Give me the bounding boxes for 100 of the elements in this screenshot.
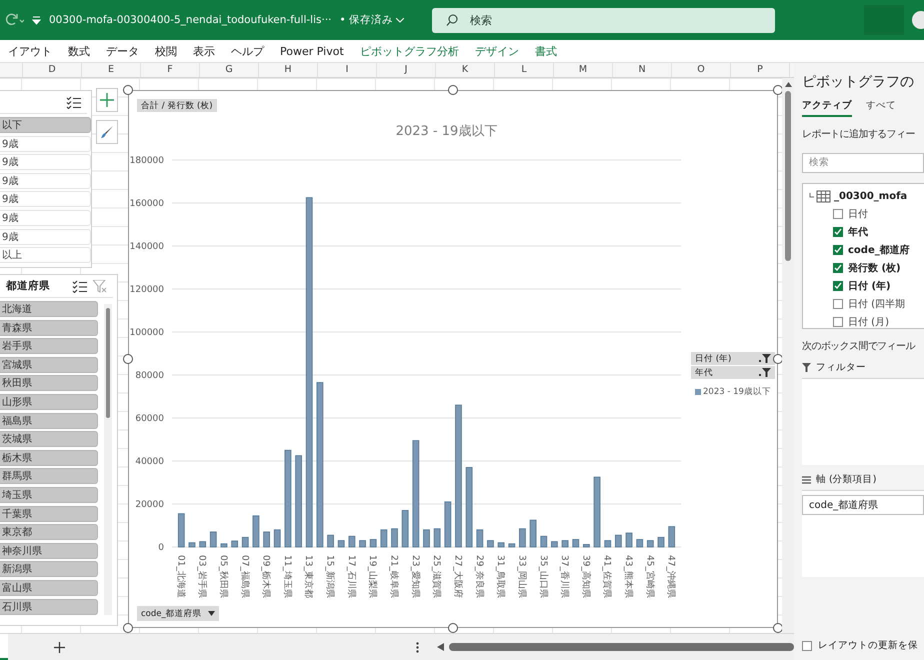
column-header[interactable]: E — [82, 63, 141, 77]
ribbon-tab[interactable]: Power Pivot — [272, 44, 352, 58]
ribbon-tab[interactable]: ピボットグラフ分析 — [352, 44, 467, 58]
field-name[interactable]: 日付 (月) — [848, 315, 889, 329]
slicer-item[interactable]: 宮城県 — [0, 356, 98, 373]
slicer-item[interactable]: 栃木県 — [0, 450, 98, 466]
slicer-item[interactable]: 富山県 — [0, 580, 98, 596]
field-checkbox[interactable] — [833, 299, 843, 309]
column-header[interactable]: L — [495, 63, 554, 77]
column-header[interactable]: F — [141, 63, 200, 77]
scroll-left-icon[interactable] — [437, 643, 445, 651]
slicer-item[interactable]: 青森県 — [0, 320, 98, 336]
bar — [199, 541, 206, 548]
column-header[interactable]: I — [318, 63, 377, 77]
sheet-tab[interactable] — [0, 634, 8, 660]
column-header[interactable]: P — [731, 63, 790, 77]
resize-handle[interactable] — [773, 354, 782, 364]
value-field-button[interactable]: 合計 / 発行数 (枚) — [137, 99, 217, 112]
search-field[interactable]: 検索 — [432, 8, 776, 32]
slicer-item[interactable]: 千葉県 — [0, 506, 98, 522]
customize-icon[interactable] — [32, 16, 41, 24]
slicer-item[interactable]: 以下 — [0, 117, 91, 133]
slicer-item[interactable]: 9歳 — [0, 210, 91, 226]
field-name[interactable]: 年代 — [848, 225, 868, 239]
resize-handle[interactable] — [123, 623, 133, 633]
checkbox[interactable] — [802, 640, 812, 650]
ribbon-tab[interactable]: ヘルプ — [223, 44, 272, 58]
column-header[interactable]: M — [554, 63, 613, 77]
ribbon-tab[interactable]: デザイン — [466, 44, 527, 58]
column-header[interactable]: J — [377, 63, 436, 77]
ribbon-tab[interactable]: 校閲 — [147, 44, 185, 58]
area-field[interactable]: code_都道府県 — [802, 495, 924, 515]
slicer-item[interactable]: 群馬県 — [0, 468, 98, 484]
more-icon[interactable] — [416, 642, 419, 652]
vertical-scrollbar[interactable] — [782, 78, 794, 633]
resize-handle[interactable] — [773, 623, 782, 633]
ribbon-tab[interactable]: 表示 — [185, 44, 223, 58]
slicer-item[interactable]: 9歳 — [0, 191, 91, 208]
search-field[interactable]: 検索 — [802, 153, 924, 173]
add-sheet-icon[interactable] — [54, 642, 65, 652]
column-header[interactable]: N — [613, 63, 672, 77]
drop-area[interactable]: code_都道府県 — [802, 490, 924, 577]
redo-icon[interactable] — [4, 13, 24, 27]
column-header[interactable]: O — [672, 63, 731, 77]
axis-field-button[interactable]: code_都道府県 — [137, 606, 219, 621]
slicer-item[interactable]: 山形県 — [0, 394, 98, 410]
field-name[interactable]: 日付 (年) — [848, 279, 891, 293]
save-status[interactable]: • 保存済み — [340, 13, 404, 27]
column-header[interactable]: G — [200, 63, 259, 77]
ribbon-tab[interactable]: 数式 — [60, 44, 98, 58]
multi-select-icon[interactable] — [66, 96, 81, 108]
ribbon-tab[interactable]: イアウト — [0, 44, 60, 58]
bar — [604, 540, 612, 548]
field-checkbox[interactable] — [833, 245, 843, 255]
column-header[interactable]: K — [436, 63, 495, 77]
chart-elements-button[interactable] — [96, 88, 118, 112]
slicer-item[interactable]: 9歳 — [0, 154, 91, 170]
resize-handle[interactable] — [448, 85, 458, 95]
resize-handle[interactable] — [448, 623, 458, 633]
slicer-item[interactable]: 石川県 — [0, 598, 98, 614]
field-checkbox[interactable] — [833, 317, 843, 327]
ribbon-tab[interactable]: データ — [98, 44, 147, 58]
slicer-item[interactable]: 福島県 — [0, 412, 98, 429]
slicer-item[interactable]: 9歳 — [0, 136, 91, 152]
scroll-up-icon[interactable] — [784, 82, 792, 87]
field-name[interactable]: code_都道府 — [848, 243, 910, 257]
column-header[interactable]: D — [23, 63, 82, 77]
slicer-item[interactable]: 岩手県 — [0, 338, 98, 354]
chart-styles-button[interactable] — [96, 120, 118, 144]
resize-handle[interactable] — [123, 354, 133, 364]
resize-handle[interactable] — [123, 85, 133, 95]
field-name[interactable]: 日付 — [848, 207, 868, 221]
field-checkbox[interactable] — [833, 281, 843, 291]
slicer-item[interactable]: 神奈川県 — [0, 542, 98, 559]
multi-select-icon[interactable] — [72, 280, 87, 292]
slicer-item[interactable]: 埼玉県 — [0, 486, 98, 503]
legend-field-button[interactable]: 年代 — [691, 366, 775, 379]
pane-tab[interactable]: アクティブ — [802, 99, 852, 117]
scrollbar[interactable] — [104, 304, 112, 614]
legend-field-button[interactable]: 日付 (年) — [691, 352, 775, 365]
slicer-item[interactable]: 秋田県 — [0, 375, 98, 392]
table-name[interactable]: _00300_mofa — [834, 191, 908, 202]
slicer-item[interactable]: 北海道 — [0, 301, 98, 317]
slicer-item[interactable]: 9歳 — [0, 228, 91, 245]
slicer-item[interactable]: 茨城県 — [0, 431, 98, 448]
slicer-item[interactable]: 以上 — [0, 247, 91, 264]
field-name[interactable]: 日付 (四半期 — [848, 297, 906, 311]
checkbox-label[interactable]: レイアウトの更新を保 — [818, 639, 918, 652]
ribbon-tab[interactable]: 書式 — [526, 44, 565, 58]
field-checkbox[interactable] — [833, 263, 843, 273]
field-name[interactable]: 発行数 (枚) — [848, 261, 901, 275]
resize-handle[interactable] — [773, 85, 782, 95]
pane-tab[interactable]: すべて — [866, 99, 896, 117]
slicer-item[interactable]: 新潟県 — [0, 561, 98, 578]
field-checkbox[interactable] — [833, 209, 843, 219]
horizontal-scrollbar[interactable] — [416, 641, 794, 653]
column-header[interactable]: H — [259, 63, 318, 77]
field-checkbox[interactable] — [833, 227, 843, 237]
slicer-item[interactable]: 9歳 — [0, 172, 91, 189]
slicer-item[interactable]: 東京都 — [0, 524, 98, 540]
